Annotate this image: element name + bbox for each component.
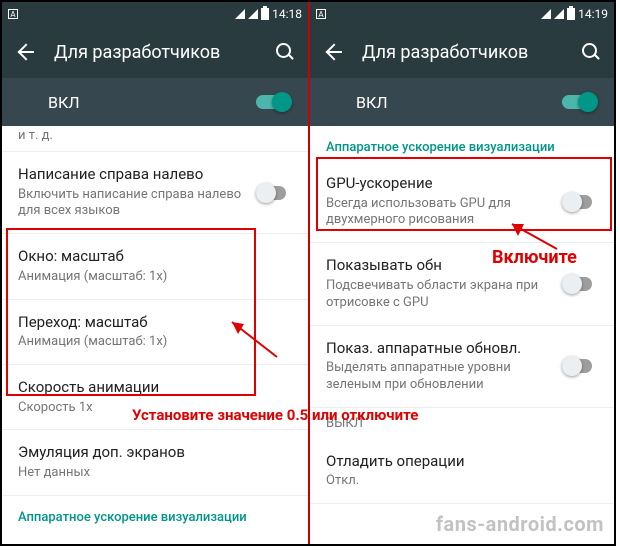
- list-item[interactable]: ВЫКЛ: [310, 408, 614, 439]
- page-title: Для разработчиков: [362, 42, 562, 63]
- truncated-text: и т. д.: [2, 126, 308, 152]
- item-title: Скорость анимации: [18, 378, 292, 398]
- phone-right: A 14:19 Для разработчиков ВКЛ Аппаратное…: [308, 2, 614, 544]
- back-icon[interactable]: [16, 43, 34, 61]
- item-sub: Откл.: [326, 473, 598, 490]
- signal-icon: [248, 9, 258, 19]
- app-bar: Для разработчиков: [2, 26, 308, 78]
- item-title: Эмуляция доп. экранов: [18, 443, 292, 463]
- item-title: Переход: масштаб: [18, 313, 292, 333]
- app-bar: Для разработчиков: [310, 26, 614, 78]
- item-sub: ВЫКЛ: [326, 416, 598, 433]
- search-icon[interactable]: [276, 43, 294, 61]
- list-item[interactable]: Окно: масштаб Анимация (масштаб: 1x): [2, 234, 308, 299]
- item-title: Показывать обн: [326, 256, 552, 276]
- clock: 14:19: [578, 7, 608, 21]
- settings-list: Аппаратное ускорение визуализации GPU-ус…: [310, 126, 614, 544]
- wifi-icon: [541, 9, 551, 19]
- item-sub: Анимация (масштаб: 1x): [18, 334, 292, 351]
- item-switch[interactable]: [562, 356, 598, 376]
- back-icon[interactable]: [324, 43, 342, 61]
- item-sub: Анимация (масштаб: 1x): [18, 269, 292, 286]
- master-toggle-bar[interactable]: ВКЛ: [2, 78, 308, 126]
- clock: 14:18: [272, 7, 302, 21]
- status-icon: A: [8, 9, 18, 19]
- item-switch[interactable]: [562, 274, 598, 294]
- battery-icon: [261, 8, 269, 20]
- signal-icon: [554, 9, 564, 19]
- list-item[interactable]: Скорость анимации Скорость 1x: [2, 365, 308, 430]
- list-item[interactable]: GPU-ускорение Всегда использовать GPU дл…: [310, 161, 614, 243]
- list-item[interactable]: Переход: масштаб Анимация (масштаб: 1x): [2, 300, 308, 365]
- item-title: Отладить операции: [326, 452, 598, 472]
- status-icon: A: [316, 9, 326, 19]
- item-sub: Выделять аппаратные уровни зеленым при о…: [326, 360, 552, 394]
- list-item[interactable]: Показ. аппаратные обновл. Выделять аппар…: [310, 326, 614, 408]
- item-title: GPU-ускорение: [326, 174, 552, 194]
- page-title: Для разработчиков: [54, 42, 256, 63]
- search-icon[interactable]: [582, 43, 600, 61]
- phone-left: A 14:18 Для разработчиков ВКЛ и т. д. На…: [2, 2, 308, 544]
- item-title: Окно: масштаб: [18, 247, 292, 267]
- status-bar: A 14:19: [310, 2, 614, 26]
- section-header: Аппаратное ускорение визуализации: [310, 126, 614, 161]
- master-switch[interactable]: [562, 92, 598, 112]
- item-sub: Включить написание справа налево для все…: [18, 187, 246, 221]
- item-sub: Скорость 1x: [18, 400, 292, 417]
- master-toggle-label: ВКЛ: [326, 93, 562, 112]
- list-item[interactable]: Показывать обн Подсвечивать области экра…: [310, 243, 614, 325]
- battery-icon: [567, 8, 575, 20]
- master-switch[interactable]: [256, 92, 292, 112]
- item-switch[interactable]: [256, 183, 292, 203]
- item-sub: Нет данных: [18, 465, 292, 482]
- list-item[interactable]: Написание справа налево Включить написан…: [2, 152, 308, 234]
- list-item[interactable]: Эмуляция доп. экранов Нет данных: [2, 430, 308, 495]
- section-header: Аппаратное ускорение визуализации: [2, 496, 308, 531]
- item-title: Написание справа налево: [18, 165, 246, 185]
- settings-list: и т. д. Написание справа налево Включить…: [2, 126, 308, 544]
- item-title: Показ. аппаратные обновл.: [326, 339, 552, 359]
- status-bar: A 14:18: [2, 2, 308, 26]
- item-switch[interactable]: [562, 192, 598, 212]
- item-sub: Подсвечивать области экрана при отрисовк…: [326, 278, 552, 312]
- master-toggle-label: ВКЛ: [18, 93, 256, 112]
- wifi-icon: [235, 9, 245, 19]
- list-item[interactable]: Отладить операции Откл.: [310, 439, 614, 504]
- item-sub: Всегда использовать GPU для двухмерного …: [326, 196, 552, 230]
- master-toggle-bar[interactable]: ВКЛ: [310, 78, 614, 126]
